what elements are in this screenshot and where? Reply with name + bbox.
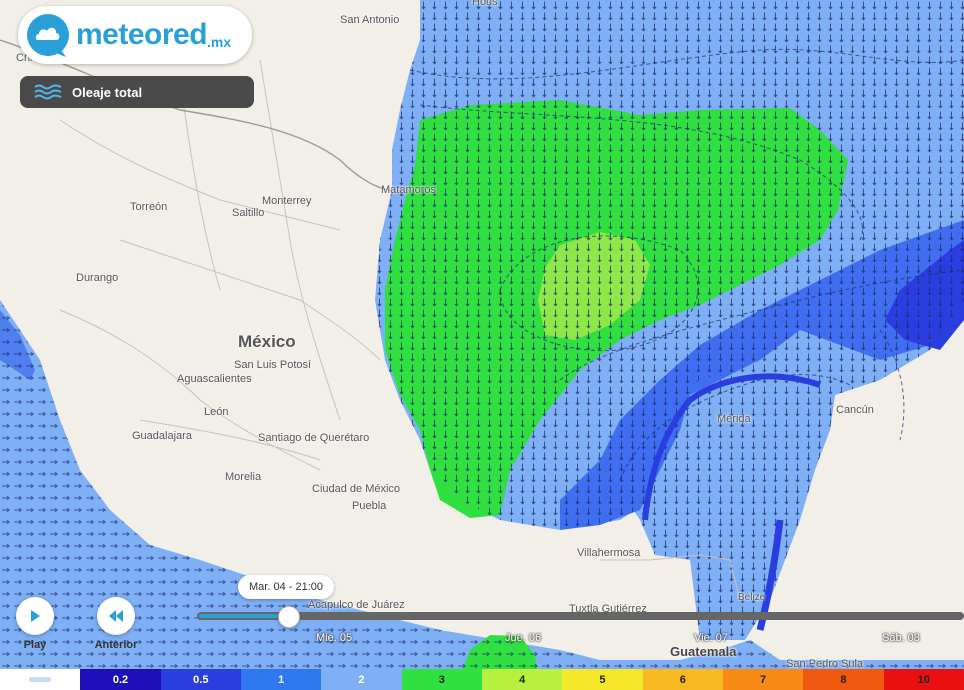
timeline-day[interactable]: Sáb. 08 <box>882 632 920 644</box>
previous-label: Anterior <box>94 639 138 651</box>
brand-tld: .mx <box>207 34 232 50</box>
play-button[interactable]: Play <box>15 597 55 651</box>
legend-swatch: 3 <box>401 669 482 690</box>
play-label: Play <box>23 639 47 651</box>
legend-swatch: 2 <box>321 669 402 690</box>
legend-swatch: 7 <box>722 669 804 690</box>
city-label: Santiago de Querétaro <box>258 432 370 444</box>
cloud-bubble-icon <box>27 14 69 57</box>
rewind-icon <box>109 610 123 622</box>
city-label: Guadalajara <box>132 430 192 442</box>
city-label: León <box>204 406 229 418</box>
layer-label: Oleaje total <box>72 84 143 100</box>
city-label: Morelia <box>225 471 262 483</box>
legend-swatch: 5 <box>562 669 643 690</box>
previous-button[interactable]: Anterior <box>93 597 139 651</box>
city-label: Cancún <box>836 404 874 416</box>
timeline-track[interactable] <box>197 612 964 620</box>
legend-swatch: 1 <box>240 669 322 690</box>
wave-height-legend: 0.2 0.5 1 2 3 4 5 6 7 8 10 <box>0 669 964 690</box>
layer-selector[interactable]: Oleaje total <box>20 76 254 108</box>
city-label: Acapulco de Juárez <box>308 599 405 611</box>
legend-swatch: 0.5 <box>160 669 241 690</box>
brand-logo[interactable]: meteored .mx <box>18 6 252 64</box>
country-label: México <box>238 332 296 351</box>
city-label: San Luis Potosí <box>234 359 312 371</box>
city-label: Belize <box>738 592 766 603</box>
waves-icon <box>34 84 62 100</box>
city-label: Monterrey <box>262 195 312 207</box>
brand-name: meteored <box>76 18 208 51</box>
timeline-day[interactable]: Mié. 05 <box>316 632 352 644</box>
city-label: Mérida <box>717 413 751 425</box>
city-label: Saltillo <box>232 207 265 219</box>
timeline-day[interactable]: Vie. 07 <box>694 632 728 644</box>
timeline-handle[interactable] <box>278 606 300 628</box>
legend-swatch: 8 <box>803 669 884 690</box>
country-label: Guatemala <box>670 644 737 659</box>
play-icon <box>31 610 40 622</box>
city-label: Puebla <box>352 500 387 512</box>
city-label: San Antonio <box>340 14 400 26</box>
legend-swatch: 10 <box>883 669 964 690</box>
legend-swatch: 6 <box>642 669 723 690</box>
city-label: Durango <box>76 272 119 284</box>
legend-swatch: 0.2 <box>80 669 161 690</box>
city-label: Aguascalientes <box>177 373 252 385</box>
city-label: Torreón <box>130 201 168 213</box>
legend-swatch: 4 <box>481 669 563 690</box>
legend-swatch <box>0 669 81 690</box>
city-label: Villahermosa <box>577 547 641 559</box>
current-time-tooltip: Mar. 04 - 21:00 <box>238 575 334 599</box>
city-label: Ciudad de México <box>312 483 401 495</box>
city-label: Matamoros <box>381 184 437 196</box>
legend-min-marker <box>29 677 52 682</box>
city-label: Hous <box>472 0 498 8</box>
timeline-day[interactable]: Jue. 06 <box>505 632 541 644</box>
